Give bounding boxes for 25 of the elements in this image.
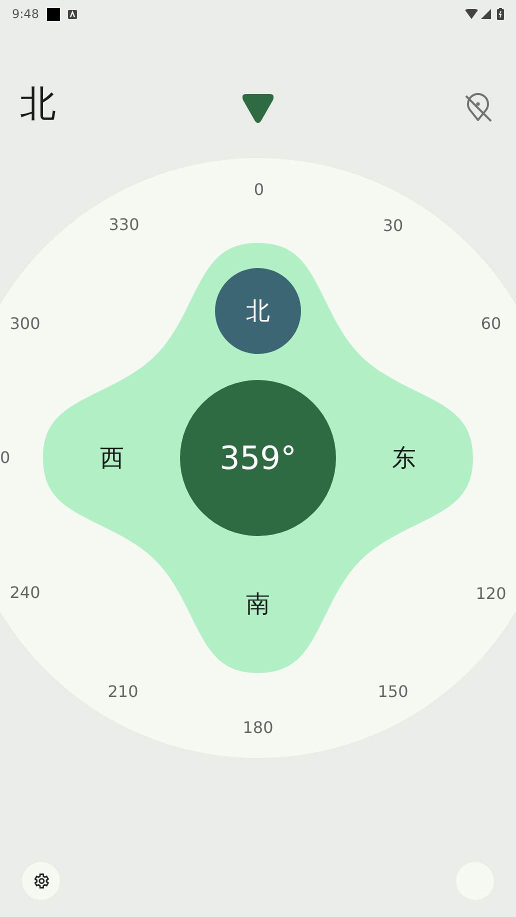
- location-off-icon: [463, 93, 493, 123]
- degree-label: 330: [108, 217, 140, 233]
- degree-label: 180: [242, 720, 274, 736]
- degree-label: 0: [0, 450, 10, 466]
- heading-pointer-icon: [241, 94, 275, 124]
- cardinal-label: 西: [99, 443, 125, 473]
- battery-icon: [497, 8, 504, 20]
- wifi-icon: [465, 9, 478, 19]
- degree-label: 30: [382, 218, 404, 234]
- degree-label: 300: [10, 316, 40, 332]
- cardinal-label: 东: [391, 443, 417, 473]
- degree-label: 60: [480, 316, 502, 332]
- settings-button[interactable]: [22, 862, 60, 900]
- status-time: 9:48: [12, 6, 39, 23]
- degree-label: 120: [476, 586, 506, 602]
- signal-icon: [481, 9, 491, 19]
- degree-label: 240: [10, 585, 40, 601]
- degree-label: 210: [108, 684, 138, 700]
- degree-label: 150: [378, 684, 408, 700]
- settings-icon: [32, 872, 50, 890]
- cardinal-label: 南: [245, 589, 271, 619]
- notification-icon: [68, 10, 77, 18]
- direction-label: 北: [20, 86, 56, 122]
- square-icon: [46, 8, 60, 20]
- degree-label: 0: [254, 182, 264, 198]
